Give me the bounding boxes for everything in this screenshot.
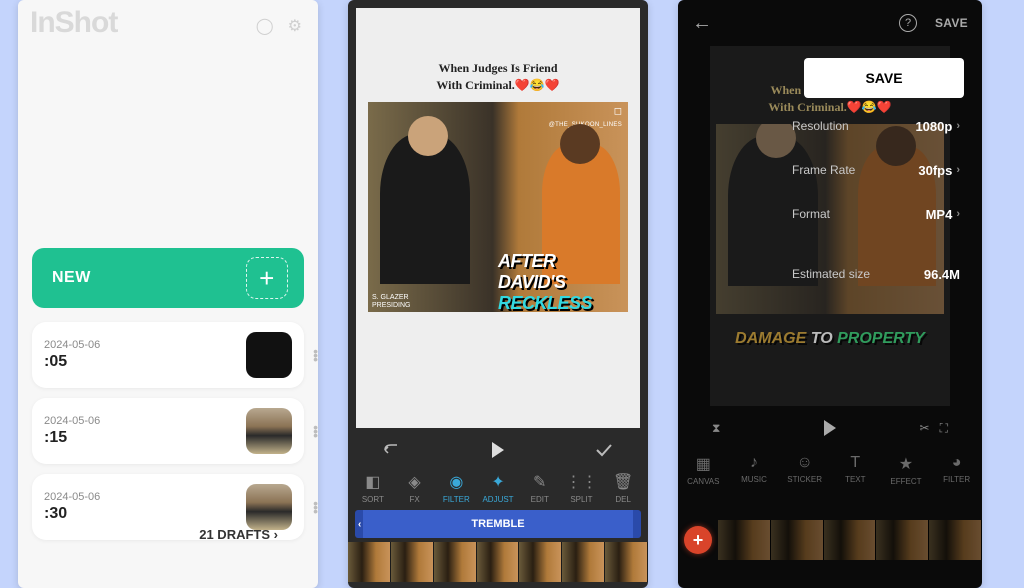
chevron-right-icon: ›	[274, 527, 278, 542]
time-start: ⧗	[712, 421, 720, 436]
setting-resolution[interactable]: Resolution 1080p›	[784, 104, 964, 148]
app-title: InShot	[30, 6, 117, 40]
draft-date: 2024-05-06	[44, 339, 246, 351]
save-button[interactable]: SAVE	[804, 58, 964, 98]
clip-thumb[interactable]	[562, 542, 605, 582]
new-project-button[interactable]: NEW +	[32, 248, 304, 308]
clip-thumb[interactable]	[605, 542, 648, 582]
tool-filter[interactable]: ◕FILTER	[932, 454, 982, 486]
draft-thumbnail	[246, 484, 292, 530]
playback-row: ⧗ ✂ ⛶	[678, 420, 982, 436]
top-icons: ◯ ⚙	[256, 16, 302, 36]
clip-thumb[interactable]	[348, 542, 391, 582]
instagram-icon: ◻	[614, 106, 622, 117]
person-judge	[380, 134, 470, 284]
draft-date: 2024-05-06	[44, 491, 246, 503]
playback-row	[358, 432, 638, 468]
clip-thumb[interactable]	[718, 520, 771, 560]
tool-sticker[interactable]: ☺STICKER	[780, 454, 830, 486]
plus-icon: +	[246, 257, 288, 299]
clip-thumb[interactable]	[391, 542, 434, 582]
draft-row[interactable]: 2024-05-06 :15 •••	[32, 398, 304, 464]
camera-icon[interactable]: ◯	[256, 16, 274, 36]
editor-screen: When Judges Is Friend With Criminal.❤️😂❤…	[348, 0, 648, 588]
tool-filter[interactable]: ◉FILTER	[435, 472, 477, 504]
draft-duration: :30	[44, 505, 246, 523]
video-caption: When Judges Is Friend With Criminal.❤️😂❤…	[436, 60, 559, 94]
chevron-right-icon: ›	[956, 120, 960, 132]
track-label: TREMBLE	[471, 518, 524, 530]
chevron-right-icon: ›	[956, 208, 960, 220]
scissors-icon[interactable]: ✂	[920, 421, 930, 435]
setting-estimated: Estimated size 96.4M	[784, 252, 964, 296]
video-preview: When Judges Is Friend With Criminal.❤️😂❤…	[356, 8, 640, 428]
play-icon[interactable]	[491, 442, 505, 458]
new-label: NEW	[52, 269, 91, 287]
chevron-right-icon: ›	[956, 164, 960, 176]
add-clip-button[interactable]: +	[684, 526, 712, 554]
effect-track[interactable]: ‹ TREMBLE ›	[356, 510, 640, 538]
tool-music[interactable]: ♪MUSIC	[729, 454, 779, 486]
setting-framerate[interactable]: Frame Rate 30fps›	[784, 148, 964, 192]
timeline-clips[interactable]	[348, 542, 648, 582]
export-screen: ← ? SAVE When Judges Is Friend With Crim…	[678, 0, 982, 588]
subtitle: DAMAGE TO PROPERTY	[710, 330, 950, 348]
draft-duration: :05	[44, 353, 246, 371]
clip-thumb[interactable]	[519, 542, 562, 582]
drafts-footer[interactable]: 21 DRAFTS ›	[199, 527, 278, 542]
draft-date: 2024-05-06	[44, 415, 246, 427]
clip-thumb[interactable]	[477, 542, 520, 582]
draft-duration: :15	[44, 429, 246, 447]
draft-thumbnail	[246, 332, 292, 378]
tool-adjust[interactable]: ✦ADJUST	[477, 472, 519, 504]
drafts-screen: InShot ◯ ⚙ NEW + 2024-05-06 :05 ••• 2024…	[18, 0, 318, 588]
clip-thumb[interactable]	[876, 520, 929, 560]
help-icon[interactable]: ?	[899, 14, 917, 32]
draft-thumbnail	[246, 408, 292, 454]
clip-thumb[interactable]	[771, 520, 824, 560]
play-icon[interactable]	[823, 420, 837, 436]
clip-thumb[interactable]	[929, 520, 982, 560]
tool-text[interactable]: TTEXT	[830, 454, 880, 486]
save-label[interactable]: SAVE	[935, 16, 968, 30]
export-settings-panel: SAVE Resolution 1080p› Frame Rate 30fps›…	[784, 58, 964, 296]
tool-delete[interactable]: 🗑DEL	[602, 472, 644, 504]
clip-thumb[interactable]	[434, 542, 477, 582]
more-icon[interactable]: •••	[313, 349, 318, 361]
more-icon[interactable]: •••	[313, 425, 318, 437]
undo-icon[interactable]	[383, 443, 401, 457]
tool-fx[interactable]: ◈FX	[394, 472, 436, 504]
nameplate: S. GLAZER PRESIDING	[372, 294, 411, 309]
tool-bar: ◧SORT ◈FX ◉FILTER ✦ADJUST ✎EDIT ⋮⋮SPLIT …	[352, 472, 644, 504]
settings-icon[interactable]: ⚙	[288, 16, 302, 36]
tool-edit[interactable]: ✎EDIT	[519, 472, 561, 504]
fullscreen-icon[interactable]: ⛶	[940, 421, 948, 436]
back-icon[interactable]: ←	[692, 12, 712, 35]
tool-sort[interactable]: ◧SORT	[352, 472, 394, 504]
setting-format[interactable]: Format MP4›	[784, 192, 964, 236]
draft-row[interactable]: 2024-05-06 :05 •••	[32, 322, 304, 388]
timeline: +	[678, 516, 982, 564]
more-icon[interactable]: •••	[313, 501, 318, 513]
tool-canvas[interactable]: ▦CANVAS	[678, 454, 728, 486]
bottom-tool-bar: ▦CANVAS ♪MUSIC ☺STICKER TTEXT ★EFFECT ◕F…	[678, 454, 982, 486]
clip-thumb[interactable]	[824, 520, 877, 560]
tool-split[interactable]: ⋮⋮SPLIT	[561, 472, 603, 504]
confirm-icon[interactable]	[595, 443, 613, 457]
tool-effect[interactable]: ★EFFECT	[881, 454, 931, 486]
